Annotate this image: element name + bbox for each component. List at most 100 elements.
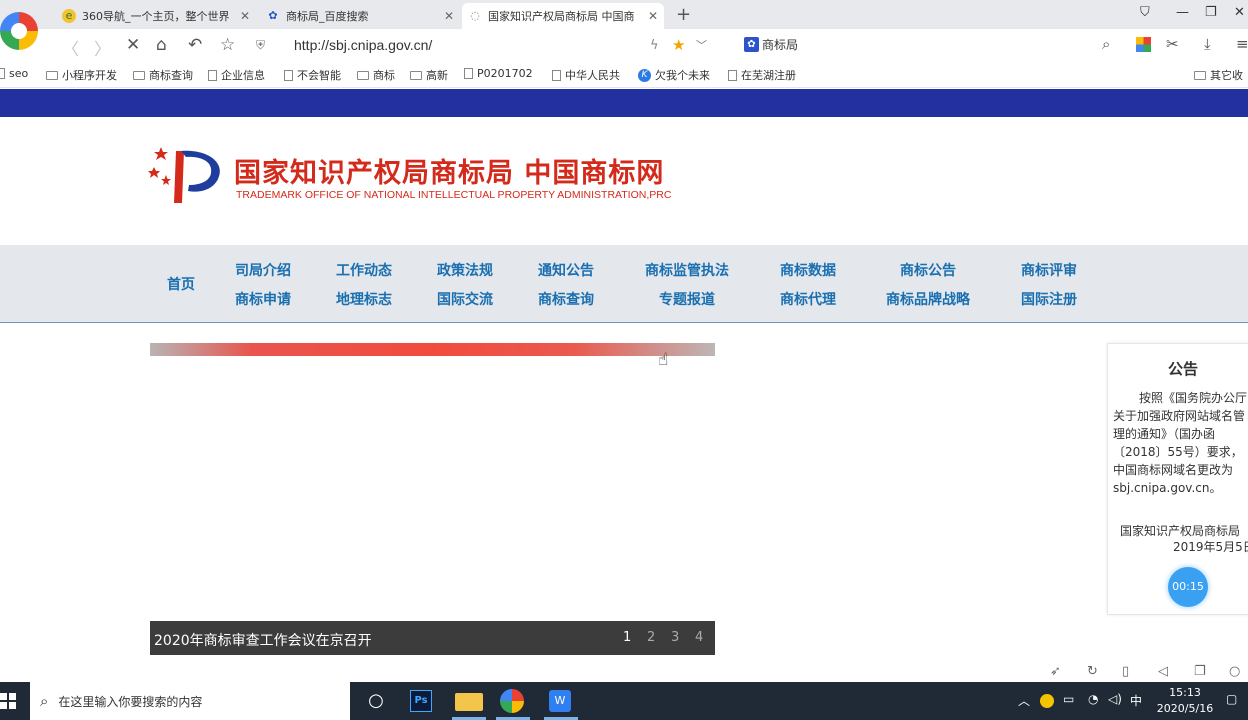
nav-item[interactable]: 通知公告: [538, 260, 594, 280]
close-icon[interactable]: ✕: [444, 9, 454, 23]
nav-item[interactable]: 商标数据: [780, 260, 836, 280]
file-explorer-icon[interactable]: [455, 693, 483, 711]
bookmark-page[interactable]: 不会智能: [284, 67, 341, 83]
nav-item[interactable]: 商标代理: [780, 289, 836, 309]
bookmarked-star-icon[interactable]: ★: [672, 36, 685, 54]
stop-loading-icon[interactable]: ✕: [126, 35, 140, 55]
slider-image[interactable]: [150, 343, 715, 356]
nav-home[interactable]: 首页: [167, 274, 195, 294]
tray-app-icon[interactable]: [1040, 694, 1054, 708]
security-shield-icon[interactable]: ⛨: [256, 38, 270, 53]
browser-logo-icon[interactable]: [0, 12, 38, 50]
battery-icon[interactable]: ▭: [1063, 692, 1074, 706]
bookmark-page[interactable]: P0201702: [464, 67, 533, 80]
nav-item[interactable]: 政策法规: [437, 260, 493, 280]
bookmark-folder[interactable]: 小程序开发: [46, 67, 117, 83]
nav-item[interactable]: 商标申请: [235, 289, 291, 309]
slider-caption[interactable]: 2020年商标审查工作会议在京召开: [154, 630, 372, 650]
tab-baidu-search[interactable]: ✿ 商标局_百度搜索 ✕: [260, 3, 460, 29]
cortana-icon[interactable]: ○: [362, 687, 390, 715]
scissors-icon[interactable]: ✂: [1166, 35, 1179, 53]
menu-icon[interactable]: ≡: [1236, 35, 1248, 53]
windows-start-icon[interactable]: [0, 693, 16, 709]
photoshop-icon[interactable]: Ps: [410, 690, 432, 712]
url-text[interactable]: http://sbj.cnipa.gov.cn/: [294, 37, 432, 53]
notice-body: 按照《国务院办公厅关于加强政府网站域名管理的通知》（国办函〔2018〕55号）要…: [1113, 391, 1248, 495]
360-icon: e: [62, 9, 76, 23]
close-icon[interactable]: ✕: [648, 9, 658, 23]
tray-chevron-up-icon[interactable]: ︿: [1018, 692, 1030, 709]
bookmark-folder[interactable]: 高新: [410, 67, 448, 83]
apps-grid-icon[interactable]: [1136, 37, 1151, 52]
other-bookmarks[interactable]: 其它收: [1194, 67, 1243, 83]
wifi-icon[interactable]: ◔: [1088, 692, 1098, 706]
cnipa-emblem-icon: [148, 147, 220, 203]
360-browser-icon[interactable]: [500, 689, 524, 713]
k-icon: K: [638, 68, 651, 82]
speaker-icon[interactable]: ◁: [1158, 664, 1168, 679]
tab-360-nav[interactable]: e 360导航_一个主页，整个世界 ✕: [56, 3, 256, 29]
zoom-icon[interactable]: ○: [1229, 664, 1240, 679]
favorite-star-icon[interactable]: ☆: [220, 35, 235, 55]
notification-icon[interactable]: ▢: [1226, 692, 1237, 706]
bookmark-page[interactable]: 企业信息: [208, 67, 265, 83]
minimize-icon[interactable]: —: [1176, 5, 1189, 20]
wps-icon[interactable]: W: [549, 690, 571, 712]
search-engine-box[interactable]: ✿ 商标局: [744, 36, 798, 53]
news-slider[interactable]: 2020年商标审查工作会议在京召开 1 2 3 4: [150, 343, 715, 655]
windows-taskbar: ⌕ 在这里输入你要搜索的内容 ○ Ps W ︿ ▭ ◔ ◁) 中 15:13 2…: [0, 682, 1248, 720]
slider-page-3[interactable]: 3: [671, 630, 679, 645]
home-icon[interactable]: ⌂: [156, 35, 167, 55]
bookmark-folder[interactable]: 商标: [357, 67, 395, 83]
bookmark-page[interactable]: 中华人民共: [552, 67, 620, 83]
bookmark-page[interactable]: 在芜湖注册: [728, 67, 796, 83]
folder-icon: [133, 70, 145, 80]
bookmark-folder[interactable]: seo: [0, 67, 28, 80]
nav-item[interactable]: 商标监管执法: [645, 260, 729, 280]
tab-cnipa-active[interactable]: ◌ 国家知识产权局商标局 中国商 ✕: [462, 3, 664, 29]
search-icon[interactable]: ⌕: [1102, 35, 1110, 53]
refresh-icon[interactable]: ↻: [1087, 664, 1098, 679]
ime-indicator[interactable]: 中: [1130, 692, 1142, 709]
nav-item[interactable]: 司局介绍: [235, 260, 291, 280]
slider-page-4[interactable]: 4: [695, 630, 703, 645]
nav-item[interactable]: 工作动态: [336, 260, 392, 280]
speed-mode-icon[interactable]: ϟ: [650, 38, 659, 53]
nav-item[interactable]: 地理标志: [336, 289, 392, 309]
notice-signature: 国家知识产权局商标局: [1120, 524, 1241, 538]
bookmark-folder[interactable]: 商标查询: [133, 67, 193, 83]
forward-icon[interactable]: 〉: [94, 35, 111, 60]
taskbar-search[interactable]: ⌕ 在这里输入你要搜索的内容: [30, 682, 350, 720]
new-tab-button[interactable]: +: [676, 4, 691, 25]
nav-item[interactable]: 商标公告: [900, 260, 956, 280]
close-icon[interactable]: ✕: [240, 9, 250, 23]
nav-item[interactable]: 商标品牌战略: [886, 289, 970, 309]
restore-icon[interactable]: ❐: [1205, 5, 1217, 20]
rocket-icon[interactable]: ➶: [1050, 664, 1061, 679]
address-toolbar: 〈 〉 ✕ ⌂ ↶ ☆ ⛨ http://sbj.cnipa.gov.cn/ ϟ…: [0, 29, 1248, 61]
address-bar[interactable]: ⛨ http://sbj.cnipa.gov.cn/ ϟ ★ ﹀: [256, 34, 718, 56]
close-window-icon[interactable]: ✕: [1234, 5, 1245, 20]
notice-title: 公告: [1167, 360, 1198, 378]
nav-item[interactable]: 国际交流: [437, 289, 493, 309]
nav-item[interactable]: 国际注册: [1021, 289, 1077, 309]
shirt-skin-icon[interactable]: ⛉: [1140, 5, 1150, 20]
tab-strip: e 360导航_一个主页，整个世界 ✕ ✿ 商标局_百度搜索 ✕ ◌ 国家知识产…: [0, 0, 1248, 29]
trash-icon[interactable]: ▯: [1122, 664, 1129, 679]
volume-icon[interactable]: ◁): [1108, 692, 1122, 706]
bookmark-page[interactable]: K 欠我个未来: [638, 67, 710, 83]
undo-close-icon[interactable]: ↶: [188, 35, 202, 55]
slider-page-2[interactable]: 2: [647, 630, 655, 645]
chevron-down-icon[interactable]: ﹀: [696, 37, 707, 53]
window-icon[interactable]: ❐: [1194, 664, 1206, 679]
tab-title: 国家知识产权局商标局 中国商: [488, 10, 635, 23]
back-icon[interactable]: 〈: [62, 35, 79, 60]
clock[interactable]: 15:13 2020/5/16: [1150, 685, 1220, 717]
nav-item[interactable]: 商标评审: [1021, 260, 1077, 280]
download-icon[interactable]: ⤓: [1204, 35, 1211, 53]
nav-item[interactable]: 专题报道: [659, 289, 715, 309]
slider-page-1[interactable]: 1: [623, 630, 631, 645]
recording-timer[interactable]: 00:15: [1168, 567, 1208, 607]
slider-caption-bar: 2020年商标审查工作会议在京召开 1 2 3 4: [150, 621, 715, 655]
nav-item[interactable]: 商标查询: [538, 289, 594, 309]
